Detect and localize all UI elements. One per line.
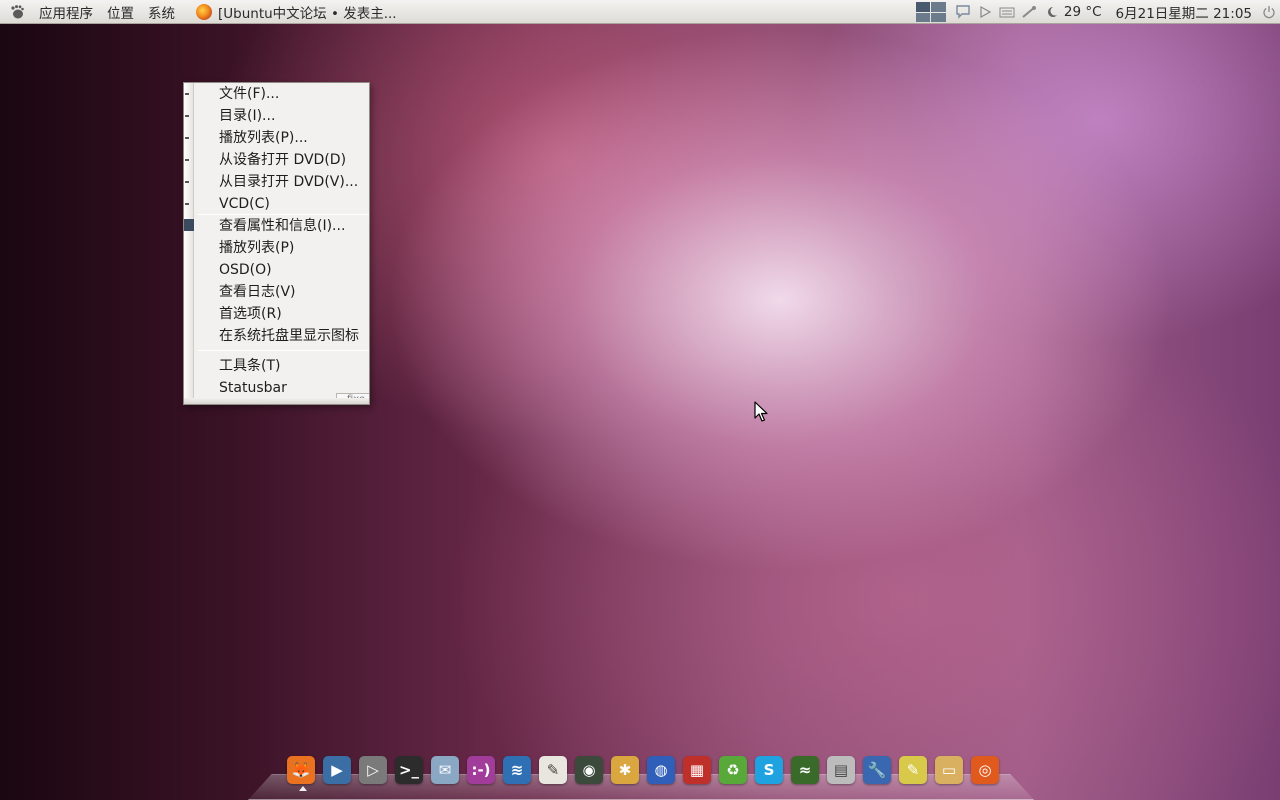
dock-item-firefox[interactable]: 🦊 xyxy=(283,755,319,791)
ubuntu-icon: ◎ xyxy=(971,756,999,784)
taskbar-window-button[interactable]: [Ubuntu中文论坛 • 发表主... xyxy=(196,2,397,22)
calculator-icon: ▤ xyxy=(827,756,855,784)
network-icon[interactable] xyxy=(1020,4,1038,20)
office-icon: ≋ xyxy=(503,756,531,784)
menu-item-open-file[interactable]: 文件(F)... xyxy=(219,83,279,105)
dock-item-image-editor[interactable]: ✱ xyxy=(607,755,643,785)
firefox-icon: 🦊 xyxy=(287,756,315,784)
dock-item-chat[interactable]: :-) xyxy=(463,755,499,785)
dock-item-video-player[interactable]: ▶ xyxy=(319,755,355,785)
dock-item-terminal[interactable]: >_ xyxy=(391,755,427,785)
workspace-switcher[interactable] xyxy=(915,2,946,22)
dock-item-globe[interactable]: ◍ xyxy=(643,755,679,785)
menu-item-tray-icon[interactable]: 在系统托盘里显示图标 xyxy=(219,325,359,347)
menu-bottom-edge xyxy=(184,398,369,404)
menu-system[interactable]: 系统 xyxy=(141,2,182,22)
menu-item-preferences[interactable]: 首选项(R) xyxy=(219,303,282,325)
menu-item-view-log[interactable]: 查看日志(V) xyxy=(219,281,296,303)
menu-separator xyxy=(198,350,369,351)
taskbar-window-title: [Ubuntu中文论坛 • 发表主... xyxy=(218,5,397,22)
media-play-icon[interactable] xyxy=(976,4,994,20)
dock-item-calculator[interactable]: ▤ xyxy=(823,755,859,785)
menu-places[interactable]: 位置 xyxy=(100,2,141,22)
dock-item-recycle[interactable]: ♻ xyxy=(715,755,751,785)
video-player-icon: ▶ xyxy=(323,756,351,784)
firefox-icon xyxy=(196,3,212,20)
menu-applications[interactable]: 应用程序 xyxy=(32,2,100,22)
dock-item-office[interactable]: ≋ xyxy=(499,755,535,785)
image-editor-icon: ✱ xyxy=(611,756,639,784)
dock-item-settings[interactable]: 🔧 xyxy=(859,755,895,785)
dock-item-mail[interactable]: ✉ xyxy=(427,755,463,785)
dock-item-media-player[interactable]: ▷ xyxy=(355,755,391,785)
mail-icon: ✉ xyxy=(431,756,459,784)
terminal-icon: >_ xyxy=(395,756,423,784)
gnome-foot-icon[interactable] xyxy=(8,3,26,21)
disk-icon: ◉ xyxy=(575,756,603,784)
settings-icon: 🔧 xyxy=(863,756,891,784)
globe-icon: ◍ xyxy=(647,756,675,784)
clock[interactable]: 6月21日星期二 21:05 xyxy=(1116,2,1252,22)
dock-item-ubuntu[interactable]: ◎ xyxy=(967,755,1003,785)
power-icon[interactable] xyxy=(1260,4,1278,20)
menu-item-open-directory[interactable]: 目录(I)... xyxy=(219,105,275,127)
temperature-label[interactable]: 29 °C xyxy=(1064,4,1102,20)
folder-icon: ▭ xyxy=(935,756,963,784)
dock: 🦊 ▶ ▷ >_ ✉ :-) ≋ ✎ ◉ ✱ ◍ ▦ ♻ S ≈ ▤ 🔧 ✎ ▭ ◎ xyxy=(283,755,1003,791)
chat-icon[interactable] xyxy=(954,4,972,20)
menu-item-vcd[interactable]: VCD(C) xyxy=(219,193,270,215)
dock-item-folder[interactable]: ▭ xyxy=(931,755,967,785)
menu-item-osd[interactable]: OSD(O) xyxy=(219,259,272,281)
weather-icon[interactable] xyxy=(1042,4,1060,20)
menu-item-playlist[interactable]: 播放列表(P) xyxy=(219,237,294,259)
menu-active-marker xyxy=(184,219,194,231)
menu-item-toolbar[interactable]: 工具条(T) xyxy=(219,355,280,377)
top-panel: 应用程序 位置 系统 [Ubuntu中文论坛 • 发表主... 29 °C 6月… xyxy=(0,0,1280,24)
mouse-cursor-icon xyxy=(754,401,768,422)
dock-item-disk[interactable]: ◉ xyxy=(571,755,607,785)
dock-item-graphics[interactable]: ≈ xyxy=(787,755,823,785)
dock-item-notes[interactable]: ✎ xyxy=(895,755,931,785)
running-indicator-icon xyxy=(299,786,307,791)
notes-icon: ✎ xyxy=(899,756,927,784)
text-editor-icon: ✎ xyxy=(539,756,567,784)
dock-item-text-editor[interactable]: ✎ xyxy=(535,755,571,785)
system-tray: 29 °C 6月21日星期二 21:05 xyxy=(915,0,1280,24)
recycle-icon: ♻ xyxy=(719,756,747,784)
dock-item-skype[interactable]: S xyxy=(751,755,787,785)
graphics-icon: ≈ xyxy=(791,756,819,784)
menu-item-statusbar[interactable]: Statusbar xyxy=(219,377,287,399)
keyboard-icon[interactable] xyxy=(998,4,1016,20)
menu-item-dvd-device[interactable]: 从设备打开 DVD(D) xyxy=(219,149,346,171)
menu-item-dvd-folder[interactable]: 从目录打开 DVD(V)... xyxy=(219,171,358,193)
media-player-icon: ▷ xyxy=(359,756,387,784)
menu-item-properties[interactable]: 查看属性和信息(I)... xyxy=(219,215,345,237)
menu-gutter xyxy=(184,83,194,404)
chat-icon: :-) xyxy=(467,756,495,784)
skype-icon: S xyxy=(755,756,783,784)
dock-item-package[interactable]: ▦ xyxy=(679,755,715,785)
menu-item-open-playlist[interactable]: 播放列表(P)... xyxy=(219,127,308,149)
context-menu: 文件(F)... 目录(I)... 播放列表(P)... 从设备打开 DVD(D… xyxy=(183,82,370,405)
package-icon: ▦ xyxy=(683,756,711,784)
